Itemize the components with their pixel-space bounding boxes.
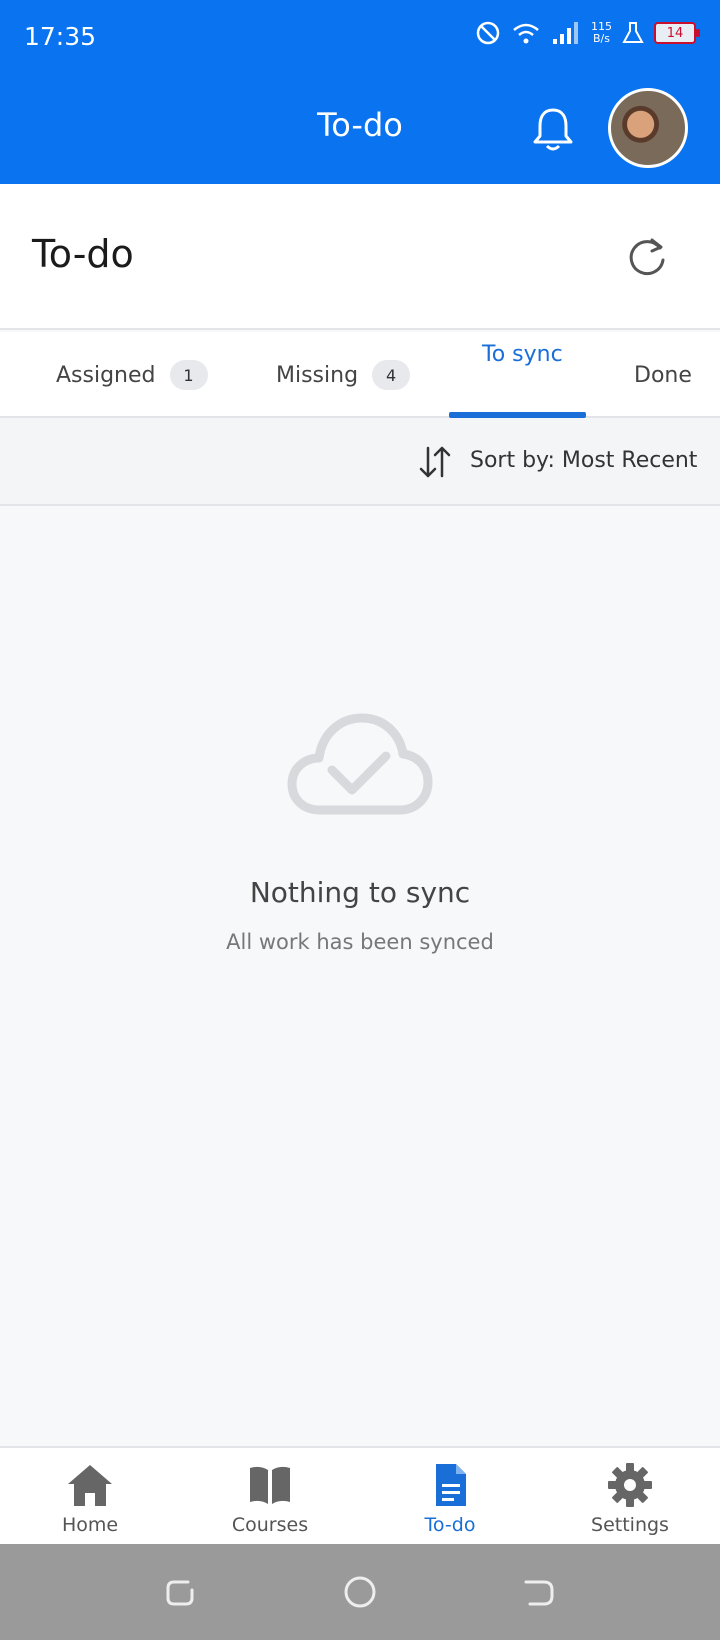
bell-icon[interactable]: [530, 104, 576, 154]
back-icon[interactable]: [522, 1574, 558, 1610]
system-nav-bar: [0, 1544, 720, 1640]
nav-home[interactable]: Home: [0, 1448, 180, 1546]
tab-assigned[interactable]: Assigned 1: [56, 332, 208, 418]
avatar[interactable]: [608, 88, 688, 168]
home-icon: [68, 1465, 112, 1506]
tab-to-sync[interactable]: To sync: [482, 332, 563, 418]
recent-apps-icon[interactable]: [162, 1574, 198, 1610]
nav-settings-label: Settings: [591, 1514, 669, 1536]
tab-bar: Assigned 1 Missing 4 To sync Done: [0, 332, 720, 418]
dnd-icon: [476, 21, 500, 45]
wifi-icon: [513, 23, 539, 44]
status-icons: 115 B/s 14: [475, 20, 700, 46]
tab-assigned-badge: 1: [169, 360, 208, 390]
cloud-check-icon: [287, 713, 433, 815]
tab-done[interactable]: Done: [634, 332, 692, 418]
network-speed: 115 B/s: [591, 21, 612, 45]
nav-courses[interactable]: Courses: [180, 1448, 360, 1546]
sort-icon: [419, 446, 451, 478]
sort-bar[interactable]: Sort by: Most Recent: [0, 418, 720, 506]
status-time: 17:35: [24, 22, 97, 51]
nav-settings[interactable]: Settings: [540, 1448, 720, 1546]
battery-icon: 14: [654, 22, 700, 44]
gear-icon: [608, 1463, 652, 1507]
tab-missing-badge: 4: [372, 360, 411, 390]
network-speed-unit: B/s: [593, 32, 610, 45]
document-icon: [436, 1464, 466, 1506]
bottom-nav: Home Courses To-do Settings: [0, 1446, 720, 1544]
empty-state: Nothing to sync All work has been synced: [0, 506, 720, 1446]
tab-missing-label: Missing: [276, 362, 359, 388]
nav-todo[interactable]: To-do: [360, 1448, 540, 1546]
refresh-icon[interactable]: [624, 234, 670, 280]
page-header: To-do: [0, 184, 720, 330]
page-title: To-do: [32, 232, 134, 276]
status-bar: 17:35 115 B/s 14: [0, 0, 720, 76]
empty-state-title: Nothing to sync: [249, 876, 471, 909]
tab-assigned-label: Assigned: [56, 362, 156, 388]
signal-icon: [553, 22, 578, 44]
tab-missing[interactable]: Missing 4: [276, 332, 411, 418]
nav-todo-label: To-do: [424, 1514, 476, 1536]
empty-state-subtitle: All work has been synced: [226, 930, 494, 954]
home-button-icon[interactable]: [342, 1574, 378, 1610]
tab-to-sync-label: To sync: [482, 342, 563, 367]
nav-home-label: Home: [61, 1514, 119, 1536]
tab-done-label: Done: [634, 362, 692, 388]
sort-label: Sort by: Most Recent: [470, 448, 698, 473]
book-icon: [250, 1466, 290, 1504]
nav-courses-label: Courses: [231, 1514, 309, 1536]
flask-icon: [622, 22, 644, 43]
app-bar: To-do: [0, 76, 720, 184]
